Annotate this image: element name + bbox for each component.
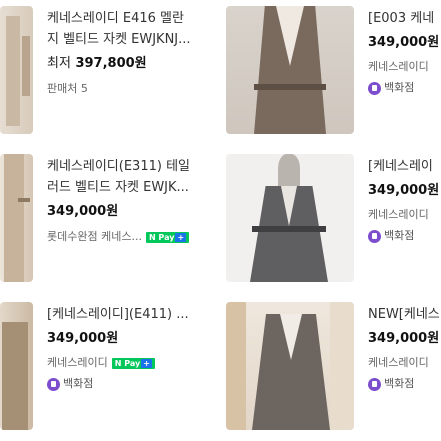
product-thumbnail[interactable] xyxy=(226,302,354,430)
seller-label: 케네스레이디 xyxy=(47,356,108,369)
product-price: 349,000원 xyxy=(368,35,440,50)
seller-name[interactable]: 롯데수완점 케네스... N Pay + xyxy=(47,229,217,245)
npay-icon: N Pay + xyxy=(111,357,155,369)
product-title[interactable]: NEW[케네스 xyxy=(368,305,441,325)
department-store-badge: 백화점 xyxy=(368,80,414,96)
price-prefix: 최저 xyxy=(47,56,71,71)
product-title[interactable]: 케네스레이디(E311) 테일 xyxy=(47,157,217,177)
department-store-icon xyxy=(368,81,381,95)
department-store-badge: 백화점 xyxy=(47,376,93,392)
seller-name[interactable]: 케네스레이디 xyxy=(368,207,441,223)
seller-name[interactable]: 케네스레이디 N Pay + xyxy=(47,355,217,371)
badge-label: 백화점 xyxy=(384,377,415,390)
product-title[interactable]: [E003 케네 xyxy=(368,9,441,29)
seller-name[interactable]: 케네스레이디 xyxy=(368,59,441,75)
product-thumbnail[interactable] xyxy=(0,6,33,134)
product-title-line2[interactable]: 지 벨티드 자켓 EWJKNJ... xyxy=(47,30,217,50)
product-thumbnail[interactable] xyxy=(0,302,33,430)
department-store-icon xyxy=(368,229,381,243)
product-price: 349,000원 xyxy=(368,183,440,198)
seller-label: 롯데수완점 케네스... xyxy=(47,230,142,243)
npay-icon: N Pay + xyxy=(145,231,190,243)
department-store-badge: 백화점 xyxy=(368,228,414,244)
badge-label: 백화점 xyxy=(384,229,415,242)
product-title[interactable]: [케네스레이디](E411) ... xyxy=(47,305,217,325)
seller-count[interactable]: 판매처 5 xyxy=(47,81,88,97)
price-value: 397,800원 xyxy=(75,56,147,71)
badge-label: 백화점 xyxy=(384,81,415,94)
product-title[interactable]: 케네스레이디 E416 멜란 xyxy=(47,9,217,29)
shopping-results-grid: 케네스레이디 E416 멜란 지 벨티드 자켓 EWJKNJ... 최저 397… xyxy=(0,0,441,441)
department-store-icon xyxy=(368,377,381,391)
product-thumbnail[interactable] xyxy=(226,154,354,282)
product-thumbnail[interactable] xyxy=(0,154,33,282)
product-title-line2[interactable]: 러드 벨티드 자켓 EWJK... xyxy=(47,178,217,198)
product-price: 349,000원 xyxy=(368,331,440,346)
product-price: 최저 397,800원 xyxy=(47,55,147,73)
product-price: 349,000원 xyxy=(47,204,119,219)
department-store-badge: 백화점 xyxy=(368,376,414,392)
product-title[interactable]: [케네스레이 xyxy=(368,157,441,177)
product-thumbnail[interactable] xyxy=(226,6,354,134)
product-price: 349,000원 xyxy=(47,331,119,346)
badge-label: 백화점 xyxy=(63,377,94,390)
seller-name[interactable]: 케네스레이디 xyxy=(368,355,441,371)
department-store-icon xyxy=(47,377,60,391)
